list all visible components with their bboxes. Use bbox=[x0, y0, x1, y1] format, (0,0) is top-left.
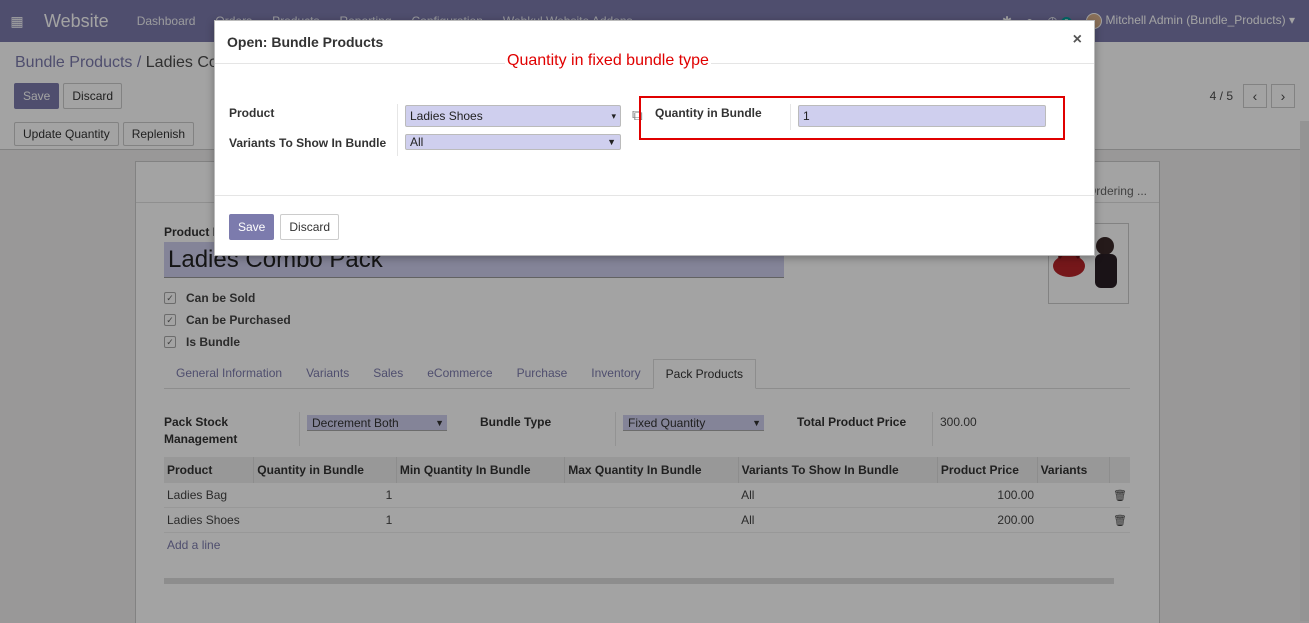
divider bbox=[397, 104, 398, 156]
product-label: Product bbox=[229, 106, 275, 120]
qty-in-bundle-input[interactable]: 1 bbox=[798, 105, 1046, 127]
caret-down-icon: ▼ bbox=[607, 137, 616, 147]
bundle-products-dialog: Open: Bundle Products × Quantity in fixe… bbox=[214, 20, 1095, 256]
variants-to-show-label: Variants To Show In Bundle bbox=[229, 136, 387, 150]
dialog-title: Open: Bundle Products bbox=[227, 34, 384, 50]
qty-in-bundle-label: Quantity in Bundle bbox=[655, 106, 762, 120]
dialog-footer: Save Discard bbox=[215, 196, 1094, 258]
annotation-label: Quantity in fixed bundle type bbox=[505, 52, 711, 70]
dialog-discard-button[interactable]: Discard bbox=[280, 214, 340, 240]
variants-select[interactable]: All ▼ bbox=[405, 134, 621, 150]
divider bbox=[790, 104, 791, 130]
dialog-save-button[interactable]: Save bbox=[229, 214, 275, 240]
caret-down-icon: ▾ bbox=[611, 111, 616, 121]
dialog-body: Quantity in fixed bundle type Product Va… bbox=[215, 52, 1094, 196]
product-select[interactable]: Ladies Shoes ▾ bbox=[405, 105, 621, 127]
variants-value: All bbox=[410, 135, 424, 149]
close-icon[interactable]: × bbox=[1073, 31, 1082, 49]
product-value: Ladies Shoes bbox=[410, 109, 483, 123]
